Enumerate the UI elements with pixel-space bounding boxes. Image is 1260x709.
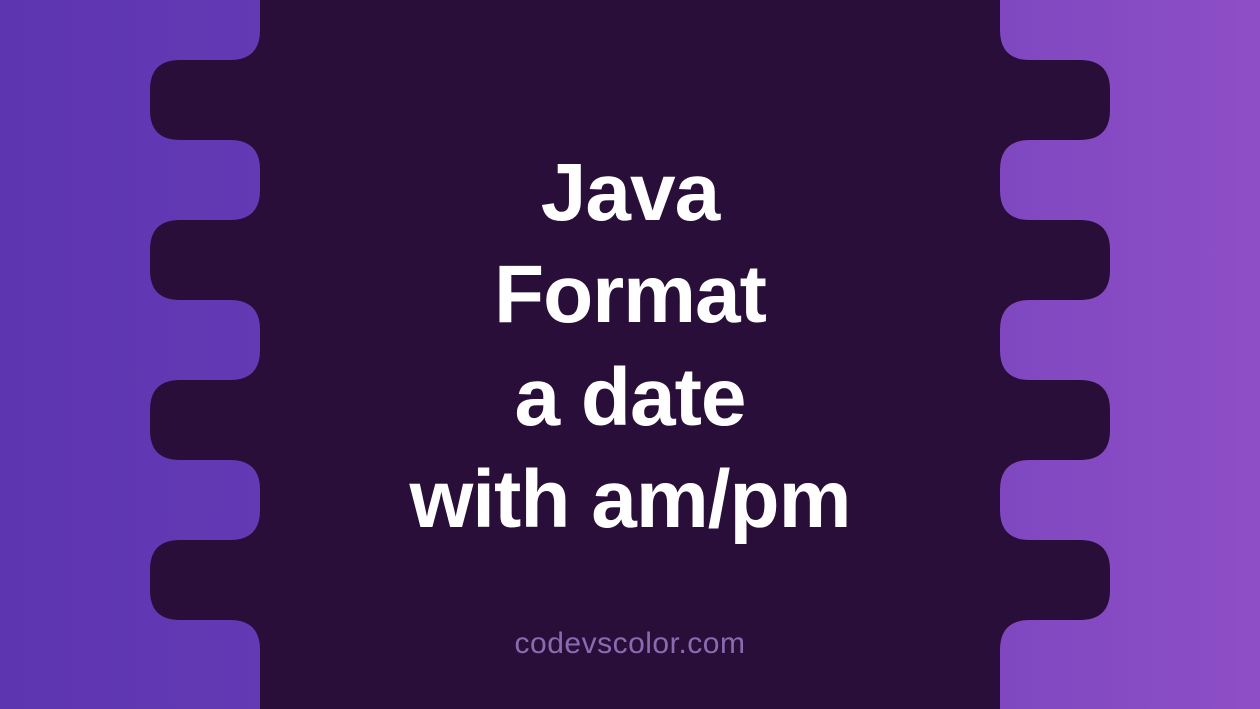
graphic-canvas: Java Format a date with am/pm codevscolo… [0, 0, 1260, 709]
title-container: Java Format a date with am/pm [409, 141, 850, 551]
title-line-3: a date [409, 346, 850, 449]
title-line-1: Java [409, 141, 850, 244]
watermark: codevscolor.com [515, 627, 746, 661]
title-line-4: with am/pm [409, 449, 850, 552]
title-line-2: Format [409, 244, 850, 346]
